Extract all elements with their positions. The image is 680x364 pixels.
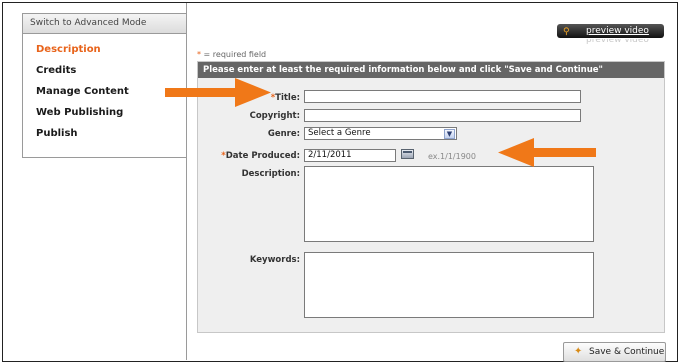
magnifier-icon: ⚲ [563,27,570,37]
annotation-arrow-title [165,78,271,107]
preview-video-label: preview video [586,26,649,36]
genre-label: Genre: [267,129,300,139]
preview-video-button[interactable]: ⚲ preview video [557,24,664,38]
date-produced-label: *Date Produced: [221,151,300,161]
description-textarea[interactable] [304,166,594,242]
date-example: ex.1/1/1900 [428,152,476,161]
sidebar-nav: Description Credits Manage Content Web P… [23,34,186,144]
copyright-label: Copyright: [249,111,300,121]
chevron-down-icon: ▼ [444,129,455,139]
copyright-input[interactable] [304,109,581,122]
required-note-text: = required field [203,50,267,59]
calendar-icon[interactable] [401,149,414,159]
sparkle-icon: ✦ [574,346,583,357]
save-continue-button[interactable]: ✦ Save & Continue [563,342,666,362]
advanced-mode-toggle[interactable]: Switch to Advanced Mode [23,14,186,34]
sidebar-item-manage-content[interactable]: Manage Content [23,81,186,102]
form-instructions: Please enter at least the required infor… [198,62,664,78]
date-produced-input[interactable]: 2/11/2011 [304,149,396,162]
keywords-textarea[interactable] [304,252,594,318]
genre-selected-value: Select a Genre [308,128,371,138]
preview-video-reflection: preview video [586,39,649,45]
description-label: Description: [241,169,300,179]
keywords-label: Keywords: [249,255,300,265]
sidebar-item-web-publishing[interactable]: Web Publishing [23,102,186,123]
sidebar-divider [186,3,187,360]
sidebar-item-description[interactable]: Description [23,39,186,60]
annotation-arrow-date [498,138,596,167]
save-continue-label: Save & Continue [589,347,665,357]
sidebar-item-credits[interactable]: Credits [23,60,186,81]
title-input[interactable] [304,90,581,103]
required-field-note: * = required field [197,50,266,59]
sidebar: Switch to Advanced Mode Description Cred… [22,13,187,158]
sidebar-item-publish[interactable]: Publish [23,123,186,144]
required-star: * [197,50,201,59]
genre-select[interactable]: Select a Genre ▼ [304,127,457,140]
